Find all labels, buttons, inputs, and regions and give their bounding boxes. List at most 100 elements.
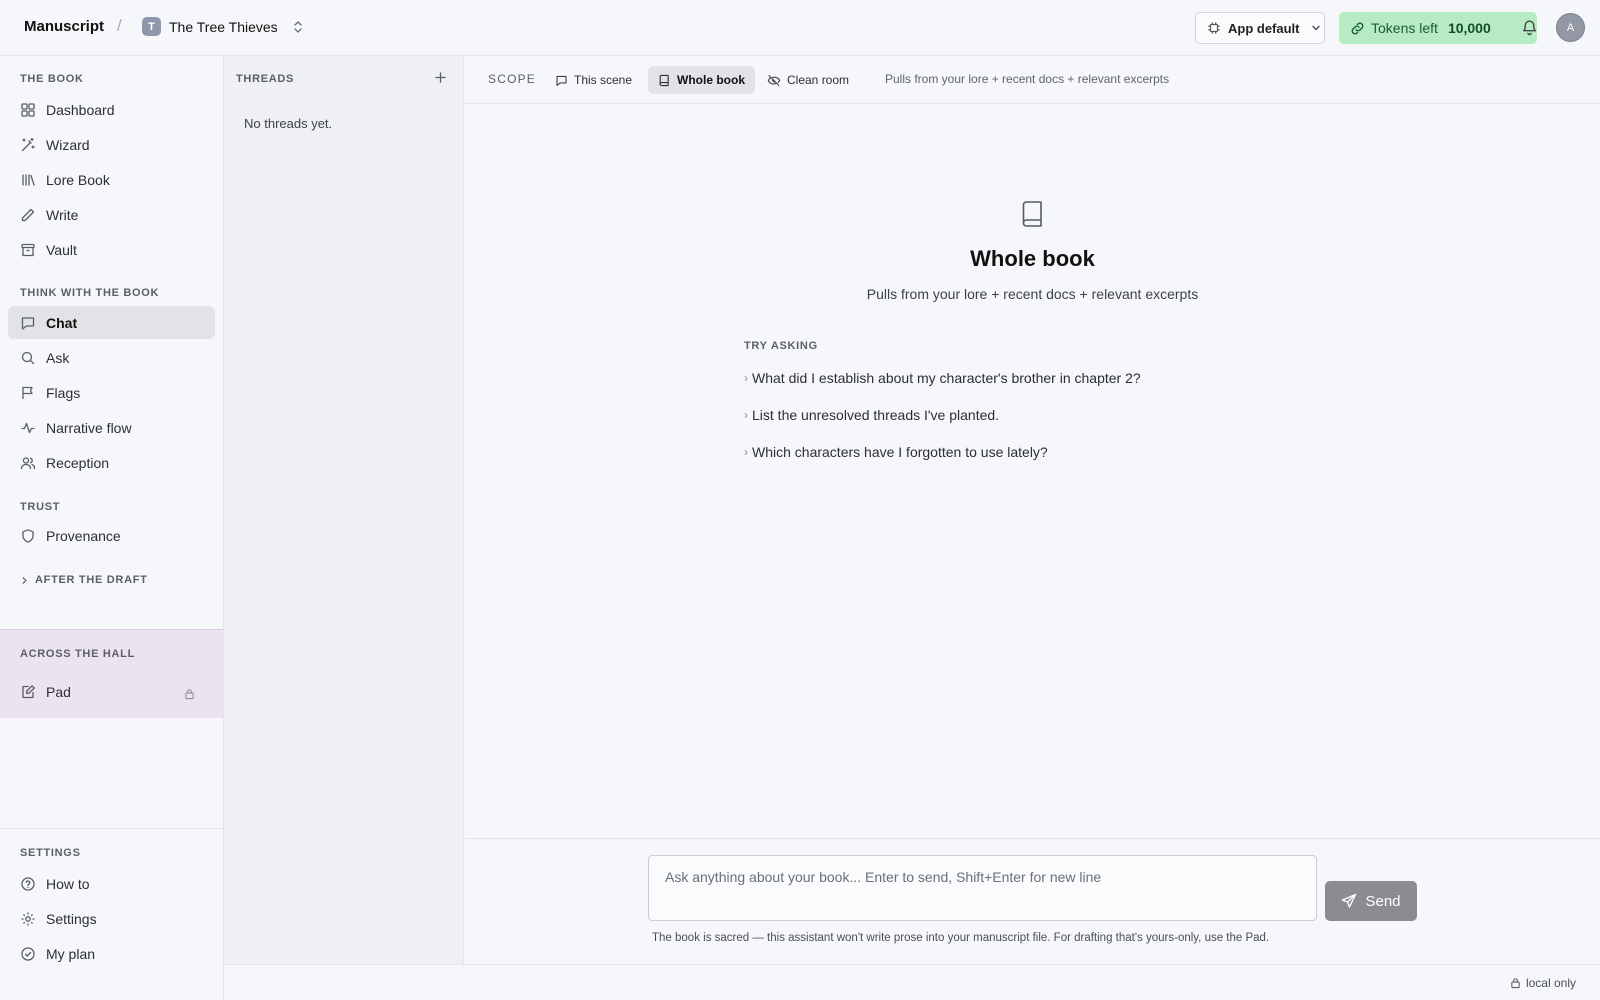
sidebar-item-label: My plan <box>46 945 96 962</box>
chat-icon <box>555 74 568 87</box>
sidebar-item-chat[interactable]: Chat <box>8 306 215 339</box>
link-icon <box>1350 21 1365 36</box>
sidebar-item-my-plan[interactable]: My plan <box>8 937 215 970</box>
activity-icon <box>20 420 36 436</box>
section-label-think: THINK WITH THE BOOK <box>20 287 160 299</box>
breadcrumb-separator: / <box>117 16 122 35</box>
send-label: Send <box>1365 892 1401 910</box>
plus-icon[interactable] <box>434 71 447 84</box>
sidebar-item-label: Write <box>46 206 79 223</box>
lock-icon <box>1510 977 1521 989</box>
tokens-label: Tokens left <box>1371 20 1438 36</box>
tokens-value: 10,000 <box>1447 20 1491 36</box>
scope-tab-whole-book[interactable]: Whole book <box>648 66 755 94</box>
sidebar-item-label: Provenance <box>46 527 121 544</box>
threads-empty-text: No threads yet. <box>244 116 333 131</box>
notepad-icon <box>20 684 36 700</box>
eye-off-icon <box>767 74 781 87</box>
project-avatar: T <box>142 17 161 36</box>
sidebar-item-label: Chat <box>46 314 78 331</box>
sidebar: THE BOOK Dashboard Wizard Lore Book Writ… <box>0 56 224 1000</box>
users-icon <box>20 455 36 471</box>
shield-icon <box>20 528 36 544</box>
dashboard-icon <box>20 102 36 118</box>
app-brand[interactable]: Manuscript <box>24 18 104 35</box>
sidebar-item-vault[interactable]: Vault <box>8 233 215 266</box>
suggestion-item[interactable]: › Which characters have I forgotten to u… <box>744 444 1048 460</box>
scope-tab-this-scene[interactable]: This scene <box>545 66 642 94</box>
scope-subtitle: Pulls from your lore + recent docs + rel… <box>866 286 1199 302</box>
suggestion-text: List the unresolved threads I've planted… <box>752 407 1000 423</box>
after-the-draft-label: AFTER THE DRAFT <box>35 574 148 586</box>
sidebar-item-reception[interactable]: Reception <box>8 446 215 479</box>
section-label-trust: TRUST <box>20 501 61 513</box>
lock-icon <box>184 688 195 700</box>
suggestion-text: Which characters have I forgotten to use… <box>752 444 1048 460</box>
sidebar-item-settings[interactable]: Settings <box>8 902 215 935</box>
suggestion-text: What did I establish about my character'… <box>752 370 1141 386</box>
sidebar-item-flags[interactable]: Flags <box>8 376 215 409</box>
section-label-settings: SETTINGS <box>20 847 81 859</box>
flag-icon <box>20 385 36 401</box>
book-icon <box>1020 200 1045 228</box>
scope-tab-clean-room[interactable]: Clean room <box>757 66 859 94</box>
scope-bar: SCOPE This scene Whole book Clean room P… <box>465 56 1600 104</box>
tokens-badge[interactable]: Tokens left 10,000 <box>1339 12 1537 44</box>
book-icon <box>658 74 671 87</box>
suggestion-item[interactable]: › What did I establish about my characte… <box>744 370 1141 386</box>
sidebar-item-wizard[interactable]: Wizard <box>8 128 215 161</box>
chevron-right-icon: › <box>744 408 748 422</box>
bell-icon[interactable] <box>1521 18 1538 36</box>
wand-icon <box>20 137 36 153</box>
model-selector[interactable]: App default <box>1195 12 1325 44</box>
sidebar-item-label: Ask <box>46 349 70 366</box>
project-name: The Tree Thieves <box>169 18 278 35</box>
across-the-hall-panel: ACROSS THE HALL Pad <box>0 629 223 718</box>
chat-main: SCOPE This scene Whole book Clean room P… <box>465 56 1600 964</box>
sidebar-item-pad[interactable]: Pad <box>8 675 215 708</box>
suggestion-item[interactable]: › List the unresolved threads I've plant… <box>744 407 999 423</box>
model-label: App default <box>1228 20 1300 36</box>
storage-status-text: local only <box>1525 976 1576 990</box>
sidebar-item-label: How to <box>46 875 90 892</box>
section-label-the-book: THE BOOK <box>20 73 84 85</box>
chat-input[interactable] <box>648 855 1317 921</box>
scope-tab-label: This scene <box>574 73 633 87</box>
chevron-right-icon <box>20 576 29 585</box>
chip-icon <box>1207 21 1221 35</box>
library-icon <box>20 172 36 188</box>
scope-label: SCOPE <box>488 72 537 86</box>
storage-status: local only <box>1510 976 1576 990</box>
chevron-down-icon <box>1311 23 1321 33</box>
chevron-right-icon: › <box>744 371 748 385</box>
sidebar-item-lore-book[interactable]: Lore Book <box>8 163 215 196</box>
sidebar-item-write[interactable]: Write <box>8 198 215 231</box>
sidebar-item-narrative-flow[interactable]: Narrative flow <box>8 411 215 444</box>
project-switcher[interactable]: T The Tree Thieves <box>142 17 304 36</box>
gear-icon <box>20 911 36 927</box>
check-circle-icon <box>20 946 36 962</box>
try-asking-label: TRY ASKING <box>744 340 818 352</box>
sidebar-item-ask[interactable]: Ask <box>8 341 215 374</box>
composer-divider <box>465 838 1600 839</box>
send-icon <box>1341 893 1357 909</box>
user-avatar[interactable]: A <box>1556 13 1585 42</box>
after-the-draft-toggle[interactable]: AFTER THE DRAFT <box>20 574 148 586</box>
chevron-right-icon: › <box>744 445 748 459</box>
sidebar-item-label: Wizard <box>46 136 90 153</box>
top-bar: Manuscript / T The Tree Thieves App defa… <box>0 0 1600 56</box>
sidebar-item-label: Flags <box>46 384 81 401</box>
search-icon <box>20 350 36 366</box>
sidebar-item-label: Dashboard <box>46 101 115 118</box>
chat-icon <box>20 315 36 331</box>
sidebar-item-how-to[interactable]: How to <box>8 867 215 900</box>
sidebar-item-provenance[interactable]: Provenance <box>8 519 215 552</box>
sidebar-item-label: Reception <box>46 454 110 471</box>
help-icon <box>20 876 36 892</box>
sidebar-item-dashboard[interactable]: Dashboard <box>8 93 215 126</box>
chevrons-up-down-icon <box>292 20 304 34</box>
send-button[interactable]: Send <box>1325 881 1417 921</box>
scope-tab-label: Clean room <box>787 73 850 87</box>
scope-description: Pulls from your lore + recent docs + rel… <box>885 72 1170 86</box>
sidebar-item-label: Pad <box>46 683 71 700</box>
